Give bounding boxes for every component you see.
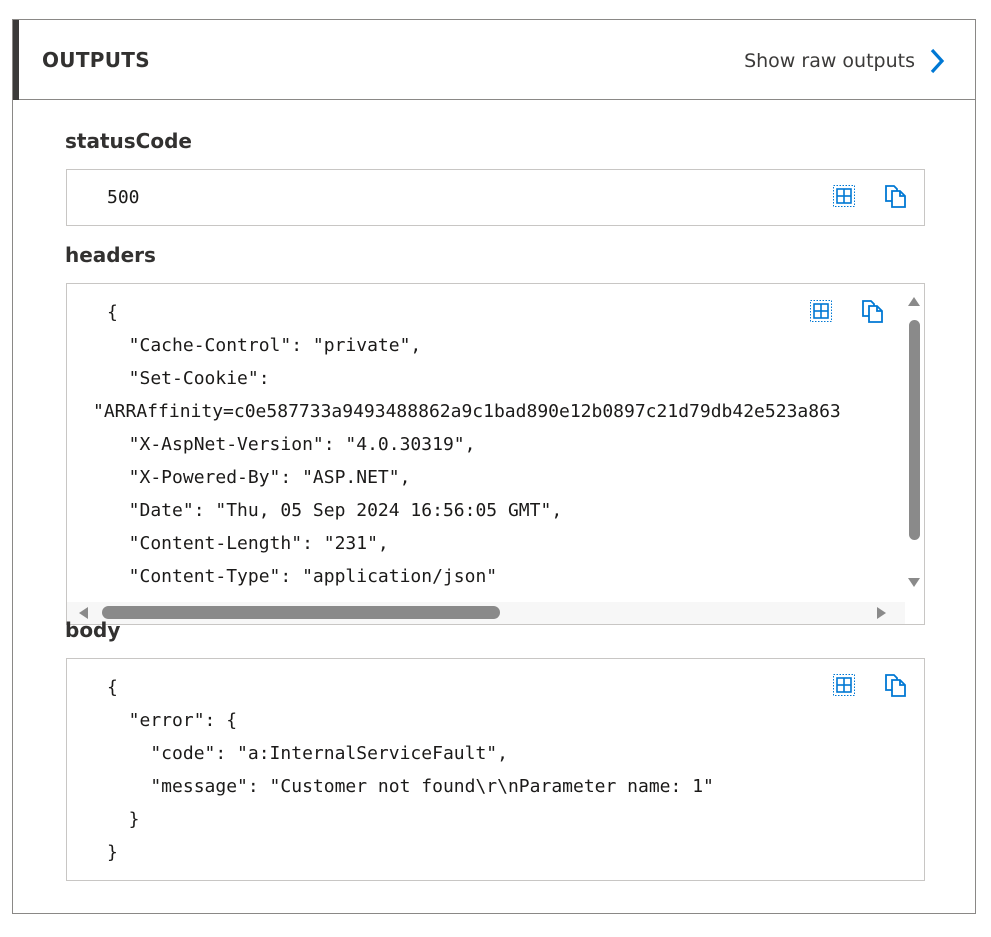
body-line: "error": { (107, 710, 238, 731)
copy-icon[interactable] (860, 298, 886, 324)
status-code-box: 500 (66, 169, 925, 226)
headers-line: "Content-Type": "application/json" (107, 566, 498, 587)
copy-icon[interactable] (883, 672, 909, 698)
headers-line: { (107, 302, 118, 323)
status-code-value: 500 (107, 187, 140, 208)
body-line: "message": "Customer not found\r\nParame… (107, 776, 714, 797)
headers-line: "X-Powered-By": "ASP.NET", (107, 467, 411, 488)
grid-view-icon[interactable] (831, 183, 857, 209)
body-line: "code": "a:InternalServiceFault", (107, 743, 508, 764)
outputs-header: OUTPUTS Show raw outputs (13, 20, 975, 100)
headers-box: { "Cache-Control": "private", "Set-Cooki… (66, 283, 925, 625)
headers-line: "Content-Length": "231", (107, 533, 389, 554)
headers-vertical-scrollbar[interactable] (904, 284, 924, 600)
body-label: body (65, 618, 121, 642)
body-line: } (107, 842, 118, 863)
scroll-up-arrow-icon[interactable] (908, 297, 920, 306)
grid-view-icon[interactable] (808, 298, 834, 324)
body-line: { (107, 677, 118, 698)
vertical-scroll-thumb[interactable] (909, 320, 920, 540)
header-accent-bar (13, 20, 19, 100)
status-code-label: statusCode (65, 129, 192, 153)
outputs-title: OUTPUTS (42, 48, 150, 72)
body-line: } (107, 809, 140, 830)
copy-icon[interactable] (883, 183, 909, 209)
horizontal-scroll-thumb[interactable] (102, 606, 500, 619)
headers-horizontal-scrollbar[interactable] (67, 602, 905, 624)
headers-line: "Date": "Thu, 05 Sep 2024 16:56:05 GMT", (107, 500, 563, 521)
scroll-right-arrow-icon[interactable] (877, 607, 886, 619)
headers-line: "ARRAffinity=c0e587733a9493488862a9c1bad… (93, 401, 841, 422)
headers-line: "X-AspNet-Version": "4.0.30319", (107, 434, 476, 455)
headers-line: "Cache-Control": "private", (107, 335, 422, 356)
headers-label: headers (65, 243, 156, 267)
show-raw-outputs-label: Show raw outputs (744, 50, 915, 72)
outputs-panel: OUTPUTS Show raw outputs statusCode 500 … (12, 19, 976, 914)
grid-view-icon[interactable] (831, 672, 857, 698)
show-raw-outputs-link[interactable]: Show raw outputs (744, 46, 945, 76)
headers-line: "Set-Cookie": (107, 368, 270, 389)
scroll-down-arrow-icon[interactable] (908, 578, 920, 587)
body-box: { "error": { "code": "a:InternalServiceF… (66, 658, 925, 881)
chevron-right-icon (929, 48, 945, 74)
